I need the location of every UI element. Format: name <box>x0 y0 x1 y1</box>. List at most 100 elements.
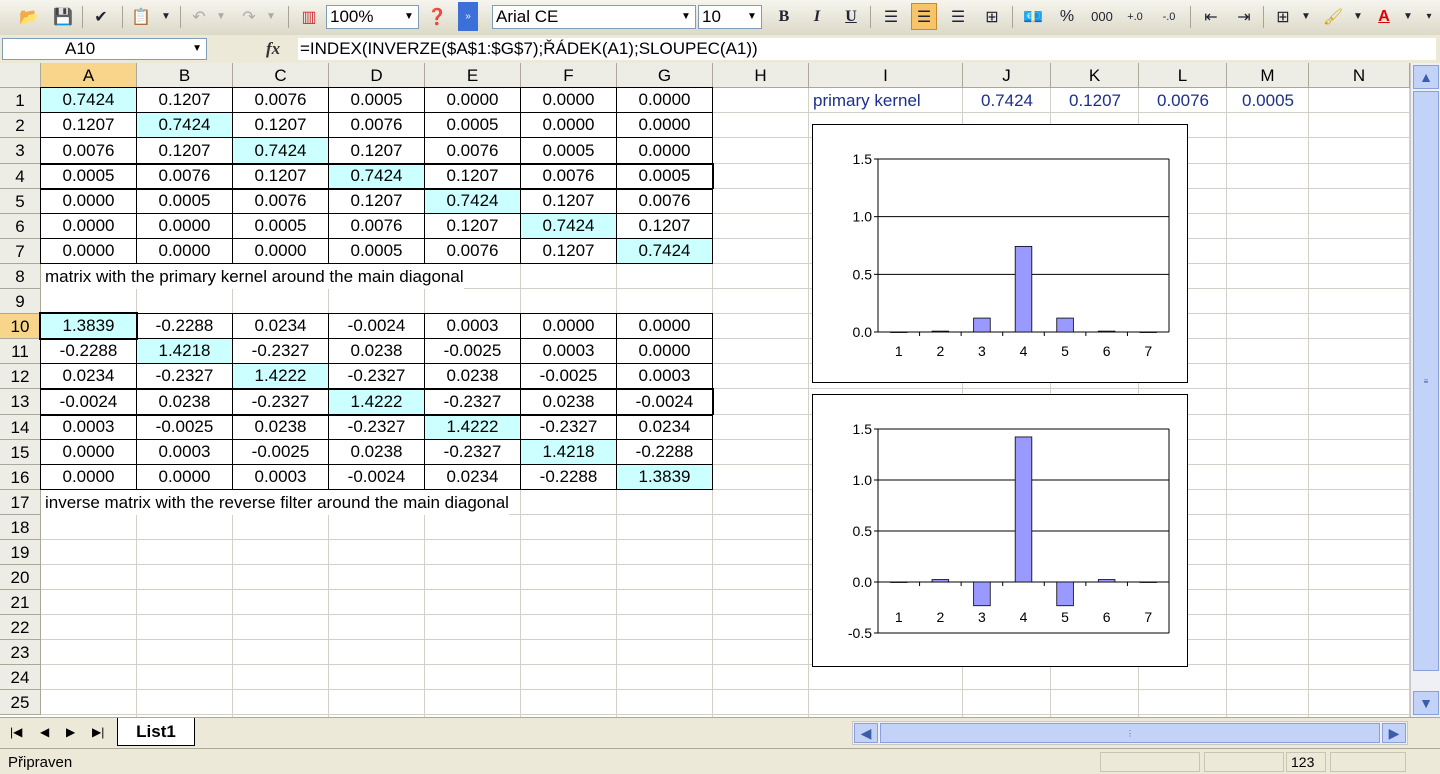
matrix-cell[interactable]: 1.4222 <box>425 415 520 439</box>
primary-kernel-value[interactable]: 0.1207 <box>1051 88 1139 113</box>
undo-dropdown-icon[interactable]: ▼ <box>214 3 228 30</box>
matrix-cell[interactable]: 0.1207 <box>425 164 520 188</box>
row-header-1[interactable]: 1 <box>0 88 41 113</box>
font-color-dropdown-icon[interactable]: ▼ <box>1400 3 1416 30</box>
scroll-down-icon[interactable]: ▼ <box>1413 691 1439 715</box>
align-right-icon[interactable]: ☰ <box>945 3 971 30</box>
matrix-cell[interactable]: 0.0000 <box>41 214 136 238</box>
matrix-cell[interactable]: -0.0025 <box>521 364 616 388</box>
decrease-decimal-icon[interactable]: -.0 <box>1156 3 1182 30</box>
matrix-cell[interactable]: 0.1207 <box>233 164 328 188</box>
matrix-cell[interactable]: 0.0003 <box>521 339 616 363</box>
decrease-indent-icon[interactable]: ⇤ <box>1198 3 1224 30</box>
row-header-9[interactable]: 9 <box>0 289 41 314</box>
matrix-cell[interactable]: 0.0000 <box>521 314 616 338</box>
row-header-22[interactable]: 22 <box>0 615 41 640</box>
row-header-13[interactable]: 13 <box>0 389 41 415</box>
matrix-cell[interactable]: -0.2327 <box>233 339 328 363</box>
matrix-cell[interactable]: 0.0000 <box>617 88 712 112</box>
matrix-cell[interactable]: 0.0005 <box>521 138 616 163</box>
matrix-cell[interactable]: 0.0003 <box>41 415 136 439</box>
matrix-cell[interactable]: 1.4222 <box>233 364 328 388</box>
matrix-cell[interactable]: 0.1207 <box>329 138 424 163</box>
zoom-select[interactable]: 100% ▼ <box>326 5 419 29</box>
matrix-cell[interactable]: -0.2327 <box>233 389 328 414</box>
font-size-select[interactable]: 10 ▼ <box>698 5 762 29</box>
increase-decimal-icon[interactable]: +.0 <box>1122 3 1148 30</box>
row-header-11[interactable]: 11 <box>0 339 41 364</box>
save-icon[interactable]: 💾 <box>50 3 76 30</box>
horizontal-scrollbar[interactable]: ◀ ⋮ ▶ <box>852 721 1408 745</box>
column-header-n[interactable]: N <box>1309 63 1410 88</box>
matrix-cell[interactable]: 0.0000 <box>617 113 712 137</box>
font-color-icon[interactable]: A <box>1371 3 1397 30</box>
next-sheet-icon[interactable]: ▶ <box>66 725 75 739</box>
matrix-cell[interactable]: -0.2288 <box>137 314 232 338</box>
insert-function-icon[interactable]: fx <box>266 38 290 60</box>
matrix-cell[interactable]: 0.0000 <box>617 339 712 363</box>
bold-button[interactable]: B <box>771 3 797 30</box>
name-box[interactable]: A10 ▼ <box>2 38 207 60</box>
row-header-21[interactable]: 21 <box>0 590 41 615</box>
matrix-cell[interactable]: 0.0000 <box>425 88 520 112</box>
matrix-cell[interactable]: 0.7424 <box>329 164 424 188</box>
row-header-18[interactable]: 18 <box>0 515 41 540</box>
percent-button[interactable]: % <box>1054 3 1080 30</box>
matrix-cell[interactable]: 0.0000 <box>41 465 136 489</box>
chevron-down-icon[interactable]: ▼ <box>744 7 760 27</box>
chevron-down-icon[interactable]: ▼ <box>401 7 417 27</box>
reverse-filter-chart[interactable]: -0.5 0.0 0.5 1.0 1.5 1 2 3 4 5 6 7 <box>812 394 1188 667</box>
row-header-16[interactable]: 16 <box>0 465 41 490</box>
matrix-cell[interactable]: 0.7424 <box>137 113 232 137</box>
matrix-cell[interactable]: 0.0005 <box>233 214 328 238</box>
column-header-c[interactable]: C <box>233 63 329 88</box>
matrix-cell[interactable]: 0.1207 <box>329 189 424 213</box>
sheet-tab-list1[interactable]: List1 <box>117 718 195 746</box>
matrix-cell[interactable]: 0.0076 <box>137 164 232 188</box>
matrix-cell[interactable]: 0.0005 <box>617 164 712 188</box>
spellcheck-icon[interactable]: ✔ <box>88 3 114 30</box>
matrix-cell[interactable]: 0.7424 <box>425 189 520 213</box>
row-header-6[interactable]: 6 <box>0 214 41 239</box>
matrix-cell[interactable]: 0.1207 <box>521 189 616 213</box>
matrix-cell[interactable]: 0.0076 <box>329 113 424 137</box>
column-header-k[interactable]: K <box>1051 63 1139 88</box>
matrix-cell[interactable]: 0.0076 <box>329 214 424 238</box>
matrix-cell[interactable]: 0.0003 <box>425 314 520 338</box>
matrix-cell[interactable]: -0.2327 <box>137 364 232 388</box>
matrix-cell[interactable]: 0.0238 <box>329 440 424 464</box>
matrix-cell[interactable]: 0.0234 <box>41 364 136 388</box>
matrix-cell[interactable]: 0.0234 <box>233 314 328 338</box>
last-sheet-icon[interactable]: ▶| <box>92 725 104 739</box>
row-header-20[interactable]: 20 <box>0 565 41 590</box>
matrix-cell[interactable]: 0.0000 <box>521 113 616 137</box>
column-header-e[interactable]: E <box>425 63 521 88</box>
matrix-cell[interactable]: 1.3839 <box>617 465 712 489</box>
column-header-a[interactable]: A <box>41 63 137 88</box>
row-header-17[interactable]: 17 <box>0 490 41 515</box>
matrix-cell[interactable]: 0.0005 <box>425 113 520 137</box>
matrix-cell[interactable]: 0.7424 <box>521 214 616 238</box>
increase-indent-icon[interactable]: ⇥ <box>1231 3 1257 30</box>
matrix-cell[interactable]: 0.0238 <box>329 339 424 363</box>
matrix-cell[interactable]: 0.0238 <box>425 364 520 388</box>
column-header-i[interactable]: I <box>809 63 963 88</box>
matrix-cell[interactable]: -0.0025 <box>137 415 232 439</box>
matrix-cell[interactable]: -0.2288 <box>521 465 616 489</box>
matrix-cell[interactable]: -0.0024 <box>617 389 712 414</box>
horizontal-scroll-thumb[interactable]: ⋮ <box>880 723 1380 743</box>
matrix-cell[interactable]: -0.2327 <box>425 440 520 464</box>
row-header-15[interactable]: 15 <box>0 440 41 465</box>
matrix-cell[interactable]: -0.2327 <box>425 389 520 414</box>
matrix-cell[interactable]: 0.0000 <box>617 138 712 163</box>
italic-button[interactable]: I <box>804 3 830 30</box>
currency-icon[interactable]: 💶 <box>1020 3 1046 30</box>
borders-icon[interactable]: ⊞ <box>1270 3 1296 30</box>
matrix-cell[interactable]: 0.0238 <box>137 389 232 414</box>
undo-icon[interactable]: ↶ <box>186 3 212 30</box>
matrix-cell[interactable]: 0.7424 <box>617 239 712 263</box>
matrix-cell[interactable]: 0.0005 <box>329 239 424 263</box>
column-header-l[interactable]: L <box>1139 63 1227 88</box>
row-header-24[interactable]: 24 <box>0 665 41 690</box>
matrix-cell[interactable]: 0.0000 <box>137 214 232 238</box>
